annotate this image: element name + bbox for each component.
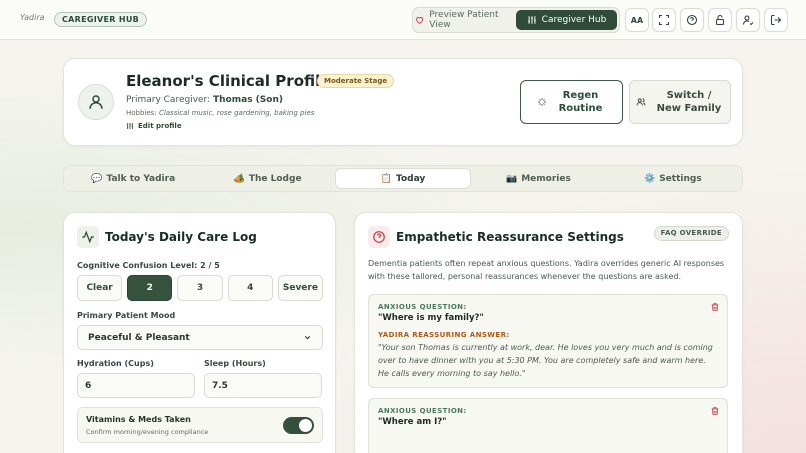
reassurance-settings-card: Empathetic Reassurance Settings FAQ OVER…	[354, 212, 743, 453]
preview-patient-view-button[interactable]: Preview Patient View	[415, 10, 516, 30]
mood-select[interactable]: Peaceful & Pleasant	[77, 325, 323, 350]
users-icon	[636, 98, 646, 106]
text-size-button[interactable]: AA	[625, 8, 649, 32]
preview-label: Preview Patient View	[429, 10, 499, 30]
tab-today[interactable]: 📋 Today	[334, 168, 472, 189]
chat-icon: 💬	[91, 173, 103, 184]
question-text: "Where am I?"	[378, 417, 447, 427]
lock-icon	[715, 14, 725, 26]
logout-icon	[770, 14, 782, 26]
mood-label: Primary Patient Mood	[77, 311, 176, 320]
sliders-icon	[127, 123, 133, 129]
tab-label: Today	[396, 173, 426, 184]
switch-family-button[interactable]: Switch / New Family	[629, 80, 731, 124]
caregiver-hub-badge: CAREGIVER HUB	[54, 12, 148, 27]
edit-profile-label: Edit profile	[138, 122, 182, 130]
confusion-option-2[interactable]: 2	[127, 275, 173, 301]
activity-icon	[77, 226, 99, 248]
edit-profile-link[interactable]: Edit profile	[126, 122, 182, 130]
answer-text: "Your son Thomas is currently at work, d…	[378, 343, 713, 378]
help-icon	[686, 14, 698, 26]
help-button[interactable]	[680, 8, 704, 32]
profile-card: Eleanor's Clinical Profile Moderate Stag…	[63, 58, 743, 146]
regen-routine-button[interactable]: Regen Routine	[520, 80, 623, 124]
care-log-title: Today's Daily Care Log	[105, 230, 257, 244]
user-settings-icon	[742, 15, 754, 26]
camera-icon: 📷	[506, 173, 518, 184]
view-toggle: Preview Patient View Caregiver Hub	[412, 7, 620, 33]
faq-override-badge: FAQ OVERRIDE	[653, 226, 729, 241]
reassurance-title: Empathetic Reassurance Settings	[396, 230, 624, 244]
vitamins-toggle[interactable]	[283, 417, 314, 434]
trash-icon[interactable]	[710, 302, 720, 312]
question-label: ANXIOUS QUESTION:	[378, 303, 467, 311]
heart-icon	[416, 17, 424, 25]
tab-label: Memories	[521, 173, 571, 184]
camp-icon: 🏕️	[233, 173, 245, 184]
hobbies-list: Classical music, rose gardening, baking …	[158, 109, 315, 117]
hobbies: Hobbies: Classical music, rose gardening…	[126, 109, 314, 117]
tab-lodge[interactable]: 🏕️ The Lodge	[200, 168, 334, 189]
chevron-down-icon	[304, 335, 311, 340]
daily-care-log-card: Today's Daily Care Log Cognitive Confusi…	[63, 212, 336, 453]
primary-caregiver: Primary Caregiver: Thomas (Son)	[126, 95, 283, 105]
hydration-input[interactable]: 6	[77, 373, 195, 398]
caregiver-hub-button[interactable]: Caregiver Hub	[516, 10, 617, 30]
tab-talk[interactable]: 💬 Talk to Yadira	[66, 168, 200, 189]
regen-routine-label: Regen Routine	[558, 90, 603, 114]
tab-settings[interactable]: ⚙️ Settings	[606, 168, 740, 189]
confusion-option-4[interactable]: 4	[227, 275, 273, 301]
avatar	[78, 84, 114, 120]
fullscreen-icon	[658, 14, 670, 26]
sliders-icon	[527, 16, 536, 24]
reassurance-description: Dementia patients often repeat anxious q…	[368, 259, 725, 281]
user-settings-button[interactable]	[736, 8, 760, 32]
tab-label: Settings	[659, 173, 702, 184]
hobbies-prefix: Hobbies:	[126, 109, 157, 117]
app-logo[interactable]: Yadira	[20, 13, 45, 22]
gear-icon: ⚙️	[643, 173, 656, 184]
hydration-label: Hydration (Cups)	[77, 359, 154, 368]
user-icon	[89, 95, 103, 109]
lock-button[interactable]	[708, 8, 732, 32]
sparkle-icon	[537, 98, 546, 106]
logout-button[interactable]	[764, 8, 788, 32]
confusion-level-selector: Clear 2 3 4 Severe	[77, 275, 324, 301]
confusion-option-3[interactable]: 3	[177, 275, 223, 301]
sleep-input[interactable]: 7.5	[204, 373, 322, 398]
question-text: "Where is my family?"	[378, 313, 484, 323]
help-circle-icon	[368, 226, 390, 248]
confusion-option-severe[interactable]: Severe	[277, 275, 324, 301]
sleep-label: Sleep (Hours)	[204, 359, 266, 368]
faq-item: ANXIOUS QUESTION: "Where is my family?" …	[368, 294, 728, 388]
caregiver-name: Thomas (Son)	[213, 95, 283, 105]
switch-family-label: Switch / New Family	[656, 90, 722, 114]
vitamins-meds-row: Vitamins & Meds Taken Confirm morning/ev…	[77, 407, 323, 443]
text-size-label: AA	[630, 15, 644, 25]
hydration-value: 6	[85, 380, 92, 391]
trash-icon[interactable]	[710, 406, 720, 416]
question-label: ANXIOUS QUESTION:	[378, 407, 467, 415]
tab-memories[interactable]: 📷 Memories	[471, 168, 605, 189]
confusion-level-label: Cognitive Confusion Level: 2 / 5	[77, 261, 220, 270]
caregiver-prefix: Primary Caregiver:	[126, 95, 211, 105]
faq-item: ANXIOUS QUESTION: "Where am I?"	[368, 398, 728, 453]
hub-label: Caregiver Hub	[541, 15, 607, 25]
stage-badge: Moderate Stage	[317, 74, 395, 88]
vitamins-title: Vitamins & Meds Taken	[86, 415, 191, 424]
main-tabs: 💬 Talk to Yadira 🏕️ The Lodge 📋 Today 📷 Memo…	[63, 165, 743, 192]
vitamins-subtitle: Confirm morning/evening compliance	[86, 428, 209, 436]
profile-title: Eleanor's Clinical Profile	[126, 72, 331, 90]
sleep-value: 7.5	[212, 380, 228, 391]
top-bar: Yadira CAREGIVER HUB Preview Patient Vie…	[0, 0, 806, 40]
tab-label: The Lodge	[248, 173, 302, 184]
confusion-option-clear[interactable]: Clear	[77, 275, 123, 301]
clipboard-icon: 📋	[380, 173, 392, 184]
tab-label: Talk to Yadira	[106, 173, 176, 184]
fullscreen-button[interactable]	[652, 8, 676, 32]
mood-value: Peaceful & Pleasant	[88, 332, 190, 343]
answer-label: YADIRA REASSURING ANSWER:	[378, 331, 510, 339]
